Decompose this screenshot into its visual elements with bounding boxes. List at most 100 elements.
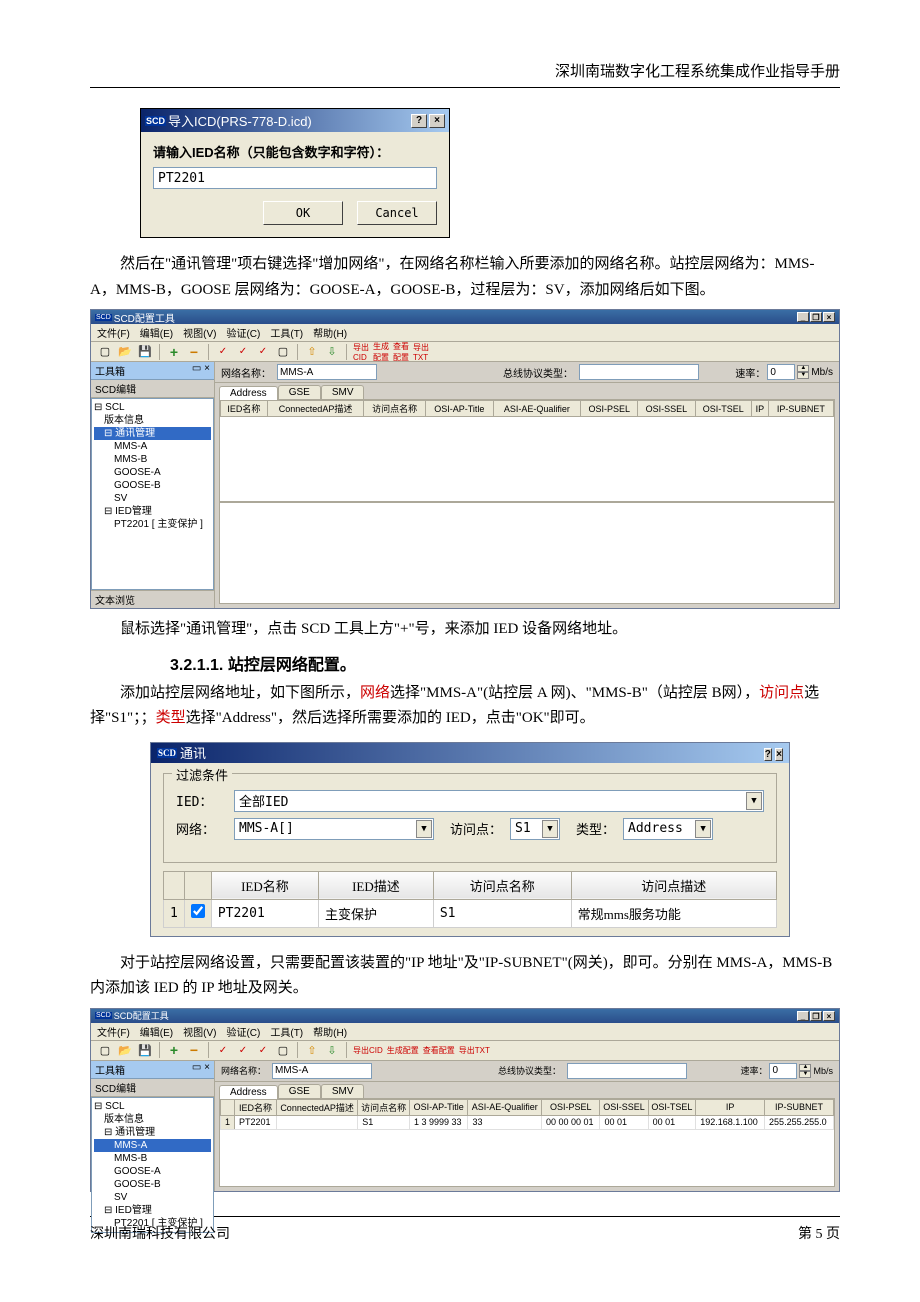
- menu-edit[interactable]: 编辑(E): [140, 325, 173, 340]
- tree-item[interactable]: MMS-B: [94, 453, 211, 466]
- help-icon[interactable]: ?: [764, 748, 772, 761]
- bustype-input[interactable]: [579, 364, 699, 380]
- tree-item[interactable]: PT2201 [ 主变保护 ]: [94, 518, 211, 531]
- close-icon[interactable]: ×: [429, 114, 445, 128]
- cancel-button[interactable]: Cancel: [357, 201, 437, 225]
- maximize-icon[interactable]: ❐: [810, 312, 822, 322]
- menu-tools[interactable]: 工具(T): [270, 1024, 303, 1039]
- tree-item[interactable]: GOOSE-A: [94, 466, 211, 479]
- add-icon[interactable]: +: [166, 344, 182, 360]
- chevron-down-icon[interactable]: ▼: [695, 820, 711, 838]
- ied-name-input[interactable]: [153, 167, 437, 189]
- check-pro-icon[interactable]: ✓: [235, 344, 251, 360]
- tree-item[interactable]: GOOSE-B: [94, 1178, 211, 1191]
- gen-cfg-icon[interactable]: 生成配置: [387, 1045, 419, 1056]
- type-select[interactable]: Address▼: [623, 818, 713, 840]
- view-cfg-icon[interactable]: 查看配置: [423, 1045, 455, 1056]
- rate-input[interactable]: [767, 364, 795, 380]
- menu-verify[interactable]: 验证(C): [226, 325, 260, 340]
- menu-edit[interactable]: 编辑(E): [140, 1024, 173, 1039]
- menu-file[interactable]: 文件(F): [97, 1024, 130, 1039]
- tab-smv[interactable]: SMV: [321, 385, 365, 399]
- remove-icon[interactable]: −: [186, 344, 202, 360]
- remove-icon[interactable]: −: [186, 1042, 202, 1058]
- menu-help[interactable]: 帮助(H): [313, 325, 347, 340]
- add-icon[interactable]: +: [166, 1042, 182, 1058]
- export-txt-icon[interactable]: 导出TXT: [459, 1045, 490, 1056]
- tree-item[interactable]: ⊟ IED管理: [94, 505, 211, 518]
- ok-button[interactable]: OK: [263, 201, 343, 225]
- stop-icon[interactable]: ▢: [275, 344, 291, 360]
- tree-item[interactable]: MMS-A: [94, 1139, 211, 1152]
- up-icon[interactable]: ⇧: [304, 344, 320, 360]
- address-grid[interactable]: IED名称ConnectedAP描述访问点名称OSI-AP-TitleASI-A…: [219, 1098, 835, 1187]
- menu-file[interactable]: 文件(F): [97, 325, 130, 340]
- new-icon[interactable]: ▢: [97, 344, 113, 360]
- ap-select[interactable]: S1▼: [510, 818, 560, 840]
- address-grid[interactable]: IED名称ConnectedAP描述访问点名称OSI-AP-TitleASI-A…: [219, 399, 835, 502]
- menu-view[interactable]: 视图(V): [183, 1024, 216, 1039]
- menu-verify[interactable]: 验证(C): [226, 1024, 260, 1039]
- minimize-icon[interactable]: _: [797, 312, 809, 322]
- close-icon[interactable]: ×: [823, 312, 835, 322]
- down-icon[interactable]: ⇩: [324, 344, 340, 360]
- chevron-down-icon[interactable]: ▼: [416, 820, 432, 838]
- menu-tools[interactable]: 工具(T): [270, 325, 303, 340]
- chevron-down-icon[interactable]: ▼: [746, 792, 762, 810]
- check-sch-icon[interactable]: ✓: [215, 344, 231, 360]
- tree-view[interactable]: ⊟ SCL版本信息⊟ 通讯管理MMS-AMMS-BGOOSE-AGOOSE-BS…: [91, 398, 214, 590]
- rate-spinner[interactable]: ▲▼: [797, 365, 809, 379]
- export-txt-icon[interactable]: 导出TXT: [413, 342, 429, 362]
- menu-view[interactable]: 视图(V): [183, 325, 216, 340]
- tree-item[interactable]: ⊟ IED管理: [94, 1204, 211, 1217]
- netname-input[interactable]: [272, 1063, 372, 1079]
- down-icon[interactable]: ⇩: [324, 1042, 340, 1058]
- help-icon[interactable]: ?: [411, 114, 427, 128]
- save-icon[interactable]: 💾: [137, 344, 153, 360]
- rate-spinner[interactable]: ▲▼: [799, 1064, 811, 1078]
- tree-item[interactable]: 版本信息: [94, 414, 211, 427]
- maximize-icon[interactable]: ❐: [810, 1011, 822, 1021]
- tree-item[interactable]: GOOSE-B: [94, 479, 211, 492]
- close-icon[interactable]: ×: [823, 1011, 835, 1021]
- chevron-down-icon[interactable]: ▼: [542, 820, 558, 838]
- minimize-icon[interactable]: _: [797, 1011, 809, 1021]
- table-row[interactable]: 1 PT2201 S1 1 3 9999 33 33 00 00 00 01 0…: [221, 1115, 834, 1129]
- tree-item[interactable]: SV: [94, 1191, 211, 1204]
- export-cid-icon[interactable]: 导出CID: [353, 1045, 383, 1056]
- tab-address[interactable]: Address: [219, 1085, 278, 1099]
- tree-item[interactable]: ⊟ 通讯管理: [94, 1126, 211, 1139]
- view-cfg-icon[interactable]: 查看配置: [393, 341, 409, 363]
- menu-help[interactable]: 帮助(H): [313, 1024, 347, 1039]
- open-icon[interactable]: 📂: [117, 344, 133, 360]
- dock-icons[interactable]: ▭ ×: [192, 363, 210, 378]
- tree-item[interactable]: GOOSE-A: [94, 1165, 211, 1178]
- check-all-icon[interactable]: ✓: [255, 1042, 271, 1058]
- netname-input[interactable]: [277, 364, 377, 380]
- gen-cfg-icon[interactable]: 生成配置: [373, 341, 389, 363]
- tree-item[interactable]: ⊟ 通讯管理: [94, 427, 211, 440]
- tree-item[interactable]: 版本信息: [94, 1113, 211, 1126]
- table-row[interactable]: 1 PT2201 主变保护 S1 常规mms服务功能: [164, 899, 777, 927]
- row-checkbox[interactable]: [191, 904, 205, 918]
- tree-item[interactable]: MMS-B: [94, 1152, 211, 1165]
- tab-gse[interactable]: GSE: [278, 385, 321, 399]
- open-icon[interactable]: 📂: [117, 1042, 133, 1058]
- dock-icons[interactable]: ▭ ×: [192, 1062, 210, 1077]
- rate-input[interactable]: [769, 1063, 797, 1079]
- ied-select[interactable]: 全部IED▼: [234, 790, 764, 812]
- tree-item[interactable]: MMS-A: [94, 440, 211, 453]
- tab-address[interactable]: Address: [219, 386, 278, 400]
- network-select[interactable]: MMS-A[]▼: [234, 818, 434, 840]
- tree-item[interactable]: ⊟ SCL: [94, 1100, 211, 1113]
- save-icon[interactable]: 💾: [137, 1042, 153, 1058]
- export-cid-icon[interactable]: 导出CID: [353, 342, 369, 362]
- check-all-icon[interactable]: ✓: [255, 344, 271, 360]
- bustype-input[interactable]: [567, 1063, 687, 1079]
- close-icon[interactable]: ×: [775, 748, 783, 761]
- tab-gse[interactable]: GSE: [278, 1084, 321, 1098]
- up-icon[interactable]: ⇧: [304, 1042, 320, 1058]
- check-sch-icon[interactable]: ✓: [215, 1042, 231, 1058]
- check-pro-icon[interactable]: ✓: [235, 1042, 251, 1058]
- tree-item[interactable]: SV: [94, 492, 211, 505]
